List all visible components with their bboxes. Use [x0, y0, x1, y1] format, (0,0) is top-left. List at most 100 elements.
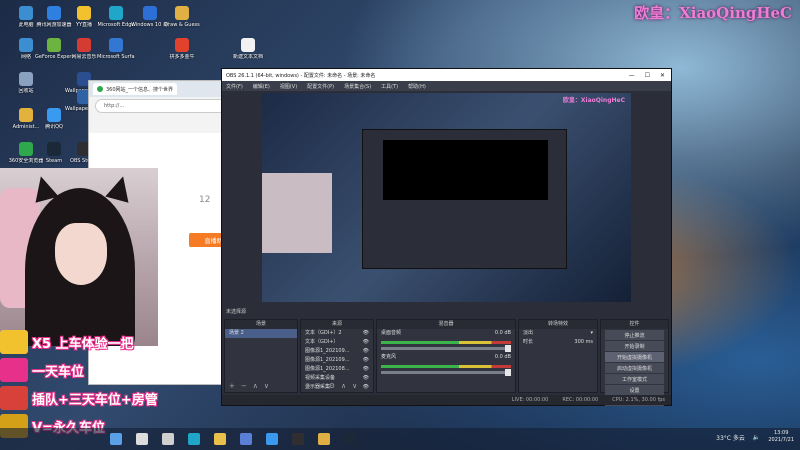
desktop-icon[interactable]: 回收站 — [8, 72, 44, 104]
down-icon[interactable]: ∨ — [352, 382, 357, 390]
mixer-list: 桌面音频 0.0 dB 麦克风 0.0 dB — [377, 329, 515, 376]
add-icon[interactable]: + — [305, 382, 311, 390]
transition-select[interactable]: 淡出 ▾ — [519, 329, 597, 338]
eye-icon[interactable]: 👁 — [363, 365, 369, 374]
eye-icon[interactable]: 👁 — [363, 374, 369, 383]
eye-icon[interactable]: 👁 — [363, 347, 369, 356]
desktop-icon[interactable]: 新建文本文档 — [230, 38, 266, 70]
obs-docks: 场景 场景 2 + − ∧ ∨ 来源 文本（GDI+）2 👁 文本（GDI+） 👁 图像… — [222, 319, 671, 406]
sources-toolbar: + − ⚙ ∧ ∨ — [305, 382, 357, 390]
store-icon[interactable] — [240, 433, 252, 445]
browser-address-bar[interactable]: http://... — [95, 99, 241, 113]
desktop-icon[interactable]: Microsoft Edge — [98, 6, 134, 38]
desktop-app-icon — [77, 38, 91, 52]
scenes-header: 场景 — [225, 320, 297, 329]
system-tray: 33°C 多云 🔈 13:09 2021/7/21 — [716, 430, 794, 444]
mixer-channel: 麦克风 0.0 dB — [377, 353, 515, 362]
desktop-icon-label: Microsoft Edge — [97, 22, 135, 28]
obs-menu-item[interactable]: 工具(T) — [381, 83, 398, 90]
remove-icon[interactable]: − — [317, 382, 323, 390]
rec-status: REC: 00:00:00 — [562, 397, 599, 403]
speaker-icon[interactable]: 🔈 — [753, 434, 760, 441]
control-button[interactable]: 设置 — [605, 385, 664, 395]
volume-slider-thumb[interactable] — [505, 369, 511, 376]
no-source-bar: 未选择源 — [226, 308, 247, 315]
up-icon[interactable]: ∧ — [341, 382, 346, 390]
maximize-icon[interactable]: ☐ — [645, 72, 650, 79]
promo-text: X5 上车体验一把 — [32, 336, 134, 352]
close-icon[interactable]: ✕ — [660, 72, 665, 79]
duration-label: 时长 — [523, 339, 534, 345]
clock[interactable]: 13:09 2021/7/21 — [768, 430, 794, 444]
eye-icon[interactable]: 👁 — [363, 338, 369, 347]
control-button[interactable]: 启动虚拟摄像机 — [605, 363, 664, 373]
minimize-icon[interactable]: — — [629, 72, 635, 79]
duration-value[interactable]: 300 ms — [574, 338, 593, 347]
obs-window[interactable]: OBS 26.1.1 (64-bit, windows) - 配置文件: 未命名… — [221, 68, 672, 406]
transition-name: 淡出 — [523, 330, 534, 336]
scene-item[interactable]: 场景 2 — [225, 329, 297, 338]
duration-row[interactable]: 时长 300 ms — [519, 338, 597, 347]
eye-icon[interactable]: 👁 — [363, 356, 369, 365]
source-label: 文本（GDI+）2 — [305, 330, 342, 336]
up-icon[interactable]: ∧ — [253, 382, 258, 390]
mixer-channel-name: 麦克风 — [381, 354, 397, 360]
volume-slider[interactable] — [381, 369, 511, 376]
control-button[interactable]: 停止推流 — [605, 330, 664, 340]
chrome-icon[interactable] — [318, 433, 330, 445]
eye-icon[interactable]: 👁 — [363, 329, 369, 338]
obs-status-bar: LIVE: 00:00:00 REC: 00:00:00 CPU: 2.1%, … — [222, 395, 671, 405]
search-icon[interactable] — [136, 433, 148, 445]
obs-icon[interactable] — [292, 433, 304, 445]
obs-menu-item[interactable]: 配置文件(P) — [307, 83, 334, 90]
desktop-app-icon — [77, 6, 91, 20]
remove-icon[interactable]: − — [241, 382, 247, 390]
volume-slider[interactable] — [381, 345, 511, 352]
taskview-icon[interactable] — [162, 433, 174, 445]
transitions-dock: 转场特效 淡出 ▾ 时长 300 ms — [518, 319, 598, 393]
obs-menu-item[interactable]: 场景集合(S) — [344, 83, 371, 90]
desktop-app-icon — [19, 108, 33, 122]
browser-tab[interactable]: 360网站_一个信息、搜个世界 — [93, 83, 178, 95]
desktop-app-icon — [175, 6, 189, 20]
desktop-icon[interactable]: 腾讯QQ — [36, 108, 72, 140]
source-item[interactable]: 文本（GDI+） 👁 — [301, 338, 373, 347]
desktop-icon-label: 回收站 — [18, 88, 34, 94]
obs-menu-item[interactable]: 视图(V) — [280, 83, 297, 90]
gear-icon[interactable]: ⚙ — [329, 382, 335, 390]
source-item[interactable]: 图像源1_202108... 👁 — [301, 365, 373, 374]
source-label: 图像源1_202108... — [305, 366, 350, 372]
source-item[interactable]: 图像源1_202109... 👁 — [301, 347, 373, 356]
control-button[interactable]: 开始虚拟摄像机 — [605, 352, 664, 362]
obs-menu-item[interactable]: 文件(F) — [226, 83, 243, 90]
mixer-channel: 桌面音频 0.0 dB — [377, 329, 515, 338]
promo-row: 一天车位 — [0, 356, 230, 384]
qq-icon[interactable] — [266, 433, 278, 445]
desktop-icon[interactable]: Microsoft Surfa... — [97, 38, 135, 70]
control-button[interactable]: 开始录制 — [605, 341, 664, 351]
explorer-icon[interactable] — [214, 433, 226, 445]
eye-icon[interactable]: 👁 — [363, 383, 369, 392]
scenes-list: 场景 2 — [225, 329, 297, 338]
edge-icon[interactable] — [188, 433, 200, 445]
desktop-app-icon — [109, 6, 123, 20]
volume-slider-thumb[interactable] — [505, 345, 511, 352]
obs-menu-item[interactable]: 编辑(E) — [253, 83, 270, 90]
obs-preview[interactable]: 欧皇：XiaoQingHeC — [262, 93, 631, 302]
weather[interactable]: 33°C 多云 — [716, 433, 745, 442]
promo-row: X5 上车体验一把 — [0, 328, 230, 356]
control-button[interactable]: 工作室模式 — [605, 374, 664, 384]
controls-dock: 控件 停止推流开始录制开始虚拟摄像机启动虚拟摄像机工作室模式设置退出 — [600, 319, 669, 406]
desktop-app-icon — [47, 6, 61, 20]
down-icon[interactable]: ∨ — [264, 382, 269, 390]
desktop-app-icon — [109, 38, 123, 52]
badge-icon — [0, 358, 28, 382]
desktop-icon[interactable]: 拼多多金牛 — [164, 38, 200, 70]
obs-menu-item[interactable]: 帮助(H) — [408, 83, 426, 90]
mixer-channel-name: 桌面音频 — [381, 330, 402, 336]
source-item[interactable]: 文本（GDI+）2 👁 — [301, 329, 373, 338]
desktop-icon[interactable]: Draw & Guess — [164, 6, 200, 38]
source-item[interactable]: 图像源1_202109... 👁 — [301, 356, 373, 365]
start-icon[interactable] — [110, 433, 122, 445]
steam-icon[interactable] — [344, 433, 356, 445]
